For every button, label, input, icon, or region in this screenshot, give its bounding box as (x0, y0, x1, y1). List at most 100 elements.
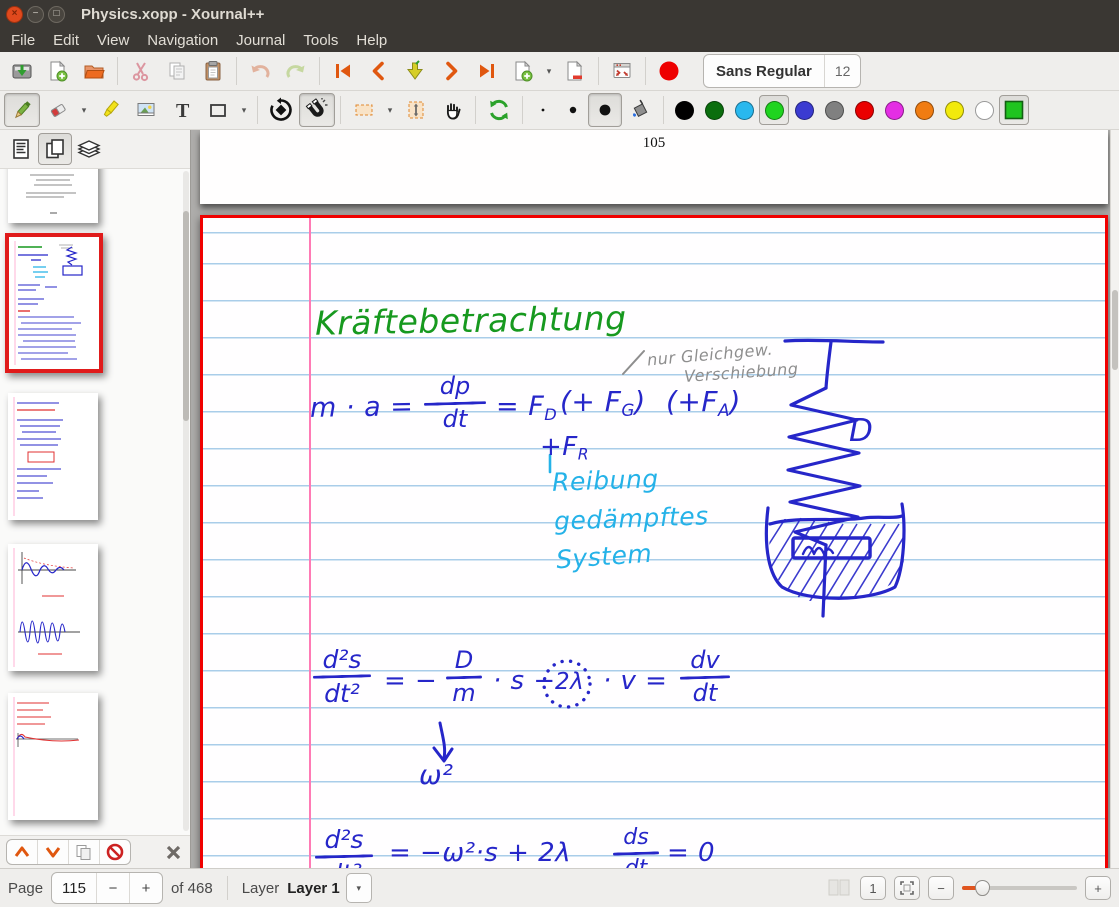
window-maximize-button[interactable]: □ (48, 6, 65, 23)
page-thumbnail[interactable] (8, 393, 98, 520)
color-button-#000000[interactable] (669, 95, 699, 125)
zoom-slider[interactable] (962, 879, 1077, 897)
fit-page-button[interactable] (894, 876, 920, 900)
tab-contents[interactable] (4, 133, 38, 165)
move-page-down-button[interactable] (38, 840, 69, 864)
shape-dropdown[interactable]: ▾ (236, 93, 252, 127)
page-thumbnail[interactable] (8, 693, 98, 820)
undo-button[interactable] (242, 54, 278, 88)
eraser-icon (46, 98, 70, 122)
text-tool-button[interactable]: T (164, 93, 200, 127)
previous-page-icon (367, 59, 391, 83)
menu-help[interactable]: Help (347, 31, 396, 50)
insert-image-button[interactable] (128, 93, 164, 127)
font-size-value[interactable]: 12 (824, 55, 861, 87)
layer-dropdown[interactable]: ▾ (346, 873, 372, 903)
fill-tool-button[interactable] (622, 93, 658, 127)
current-page[interactable]: Kräftebetrachtungnur Gleichgew.Verschieb… (200, 215, 1108, 868)
page-count-label: of 468 (171, 880, 213, 897)
vertical-space-button[interactable] (398, 93, 434, 127)
sidebar-scrollbar[interactable] (183, 171, 189, 831)
color-button-#f07c12[interactable] (909, 95, 939, 125)
thickness-fine-button[interactable] (528, 93, 558, 127)
color-button-#3b3bd1[interactable] (789, 95, 819, 125)
tab-page-preview[interactable] (38, 133, 72, 165)
zoom-in-button[interactable]: + (1085, 876, 1111, 900)
duplicate-page-button[interactable] (69, 840, 100, 864)
tab-layers[interactable] (72, 133, 106, 165)
menu-file[interactable]: File (2, 31, 44, 50)
window-minimize-button[interactable]: − (27, 6, 44, 23)
pen-tool-button[interactable] (4, 93, 40, 127)
eraser-tool-button[interactable] (40, 93, 76, 127)
select-dropdown[interactable]: ▾ (382, 93, 398, 127)
copy-button[interactable] (159, 54, 195, 88)
fit-width-button[interactable]: 1 (860, 876, 886, 900)
highlighter-tool-button[interactable] (92, 93, 128, 127)
new-page-after-button[interactable] (505, 54, 541, 88)
color-button-#0b6e0e[interactable] (699, 95, 729, 125)
new-document-button[interactable] (40, 54, 76, 88)
select-rectangle-button[interactable] (346, 93, 382, 127)
previous-page[interactable]: 105 (200, 130, 1108, 204)
delete-page-button[interactable] (557, 54, 593, 88)
save-button[interactable] (4, 54, 40, 88)
open-button[interactable] (76, 54, 112, 88)
previous-page-button[interactable] (361, 54, 397, 88)
page-number-input[interactable]: 115 (52, 880, 96, 897)
thickness-thick-button[interactable] (588, 93, 622, 127)
page-decrement-button[interactable]: − (96, 873, 129, 903)
menu-navigation[interactable]: Navigation (138, 31, 227, 50)
color-button-#808080[interactable] (819, 95, 849, 125)
next-page-button[interactable] (433, 54, 469, 88)
page-thumbnail[interactable] (8, 169, 98, 223)
shape-recognizer-button[interactable] (263, 93, 299, 127)
canvas-scrollbar[interactable] (1110, 130, 1119, 868)
move-page-up-button[interactable] (7, 840, 38, 864)
hand-tool-button[interactable] (434, 93, 470, 127)
menu-tools[interactable]: Tools (294, 31, 347, 50)
paste-button[interactable] (195, 54, 231, 88)
menu-journal[interactable]: Journal (227, 31, 294, 50)
presentation-mode-button[interactable] (604, 54, 640, 88)
goto-page-annotated-button[interactable] (397, 54, 433, 88)
cut-button[interactable] (123, 54, 159, 88)
shape-tool-button[interactable] (200, 93, 236, 127)
open-folder-icon (82, 59, 106, 83)
goto-last-page-button[interactable] (469, 54, 505, 88)
color-swatch (945, 101, 964, 120)
ink-stroke-text: D (849, 416, 873, 447)
audio-record-button[interactable] (651, 54, 687, 88)
new-page-dropdown[interactable]: ▾ (541, 54, 557, 88)
menu-edit[interactable]: Edit (44, 31, 88, 50)
sidebar-scrollbar-thumb[interactable] (183, 211, 189, 421)
color-button-#ffffff[interactable] (969, 95, 999, 125)
snapping-magnet-button[interactable] (299, 93, 335, 127)
ink-stroke-text: Reibung (552, 466, 659, 495)
font-selector-button[interactable]: Sans Regular 12 (703, 54, 861, 88)
stop-button[interactable] (100, 840, 130, 864)
color-button-#f2ea0c[interactable] (939, 95, 969, 125)
highlighter-icon (98, 98, 122, 122)
menu-view[interactable]: View (88, 31, 138, 50)
eraser-dropdown[interactable]: ▾ (76, 93, 92, 127)
sidebar-close-button[interactable] (162, 841, 184, 863)
zoom-slider-thumb[interactable] (975, 880, 990, 896)
color-chooser-button[interactable] (999, 95, 1029, 125)
redo-button[interactable] (278, 54, 314, 88)
goto-first-page-button[interactable] (325, 54, 361, 88)
thickness-medium-button[interactable] (558, 93, 588, 127)
ink-stroke-text: = 0 (667, 840, 715, 866)
canvas-scrollbar-thumb[interactable] (1112, 290, 1118, 370)
zoom-out-button[interactable]: − (928, 876, 954, 900)
color-button-#29b8ee[interactable] (729, 95, 759, 125)
page-thumbnail-current[interactable] (5, 233, 103, 373)
color-button-#e42ee4[interactable] (879, 95, 909, 125)
refresh-view-button[interactable] (481, 93, 517, 127)
color-button-#1fd41f[interactable] (759, 95, 789, 125)
document-canvas[interactable]: 105 (191, 130, 1119, 868)
color-button-#ea0000[interactable] (849, 95, 879, 125)
page-increment-button[interactable]: + (129, 873, 162, 903)
window-close-button[interactable]: × (6, 6, 23, 23)
page-thumbnail[interactable] (8, 544, 98, 671)
